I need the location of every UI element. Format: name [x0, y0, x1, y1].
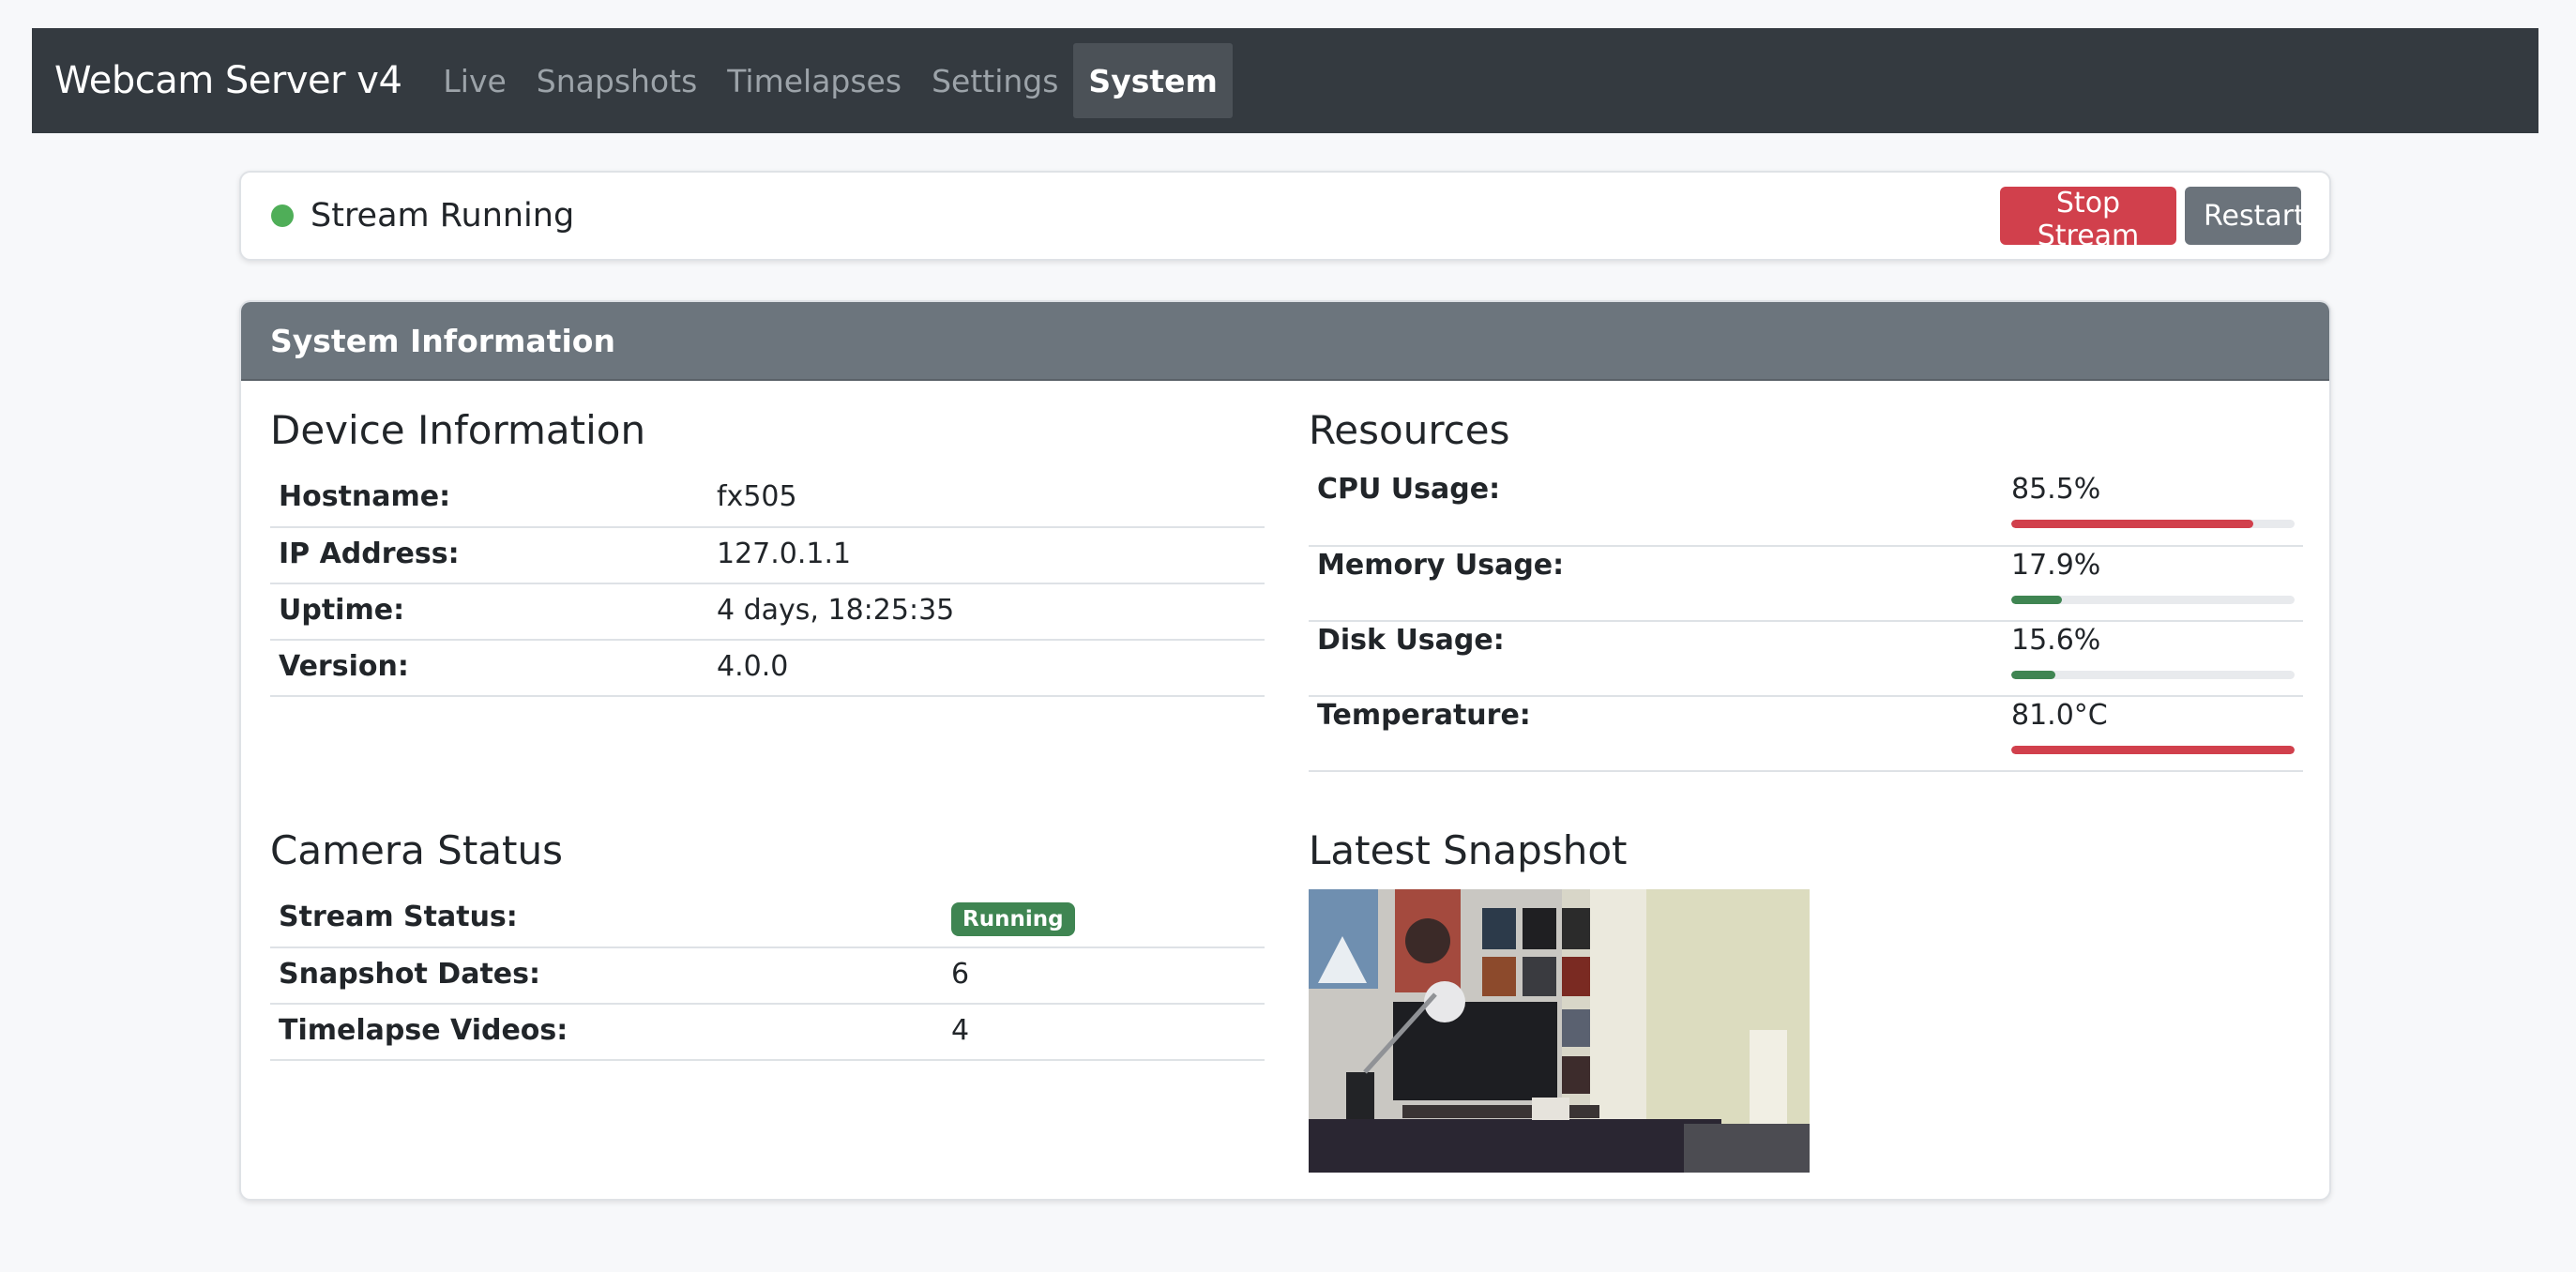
nav-item-live[interactable]: Live	[428, 43, 521, 118]
camera-status-title: Camera Status	[270, 827, 564, 873]
table-row: Uptime: 4 days, 18:25:35	[270, 583, 1265, 641]
table-row: Hostname: fx505	[270, 471, 1265, 528]
brand-title[interactable]: Webcam Server v4	[54, 59, 402, 102]
status-dot-icon	[271, 204, 294, 227]
nav-item-system[interactable]: System	[1073, 43, 1233, 118]
system-information-card: System Information Device Information Ho…	[239, 300, 2331, 1201]
uptime-label: Uptime:	[270, 583, 708, 641]
memory-usage-progress-fill	[2011, 596, 2063, 604]
stream-status-text: Stream Running	[311, 197, 575, 235]
table-row: Stream Status: Running	[270, 891, 1265, 948]
timelapse-videos-label: Timelapse Videos:	[270, 1004, 943, 1061]
version-value: 4.0.0	[708, 640, 1265, 697]
table-row: Snapshot Dates: 6	[270, 947, 1265, 1005]
table-row: Disk Usage: 15.6%	[1309, 621, 2303, 697]
device-information-table: Hostname: fx505 IP Address: 127.0.1.1 Up…	[270, 471, 1265, 697]
table-row: Version: 4.0.0	[270, 640, 1265, 697]
timelapse-videos-value: 4	[943, 1004, 1265, 1061]
cpu-usage-progress-fill	[2011, 520, 2254, 528]
memory-usage-label: Memory Usage:	[1309, 546, 2003, 622]
stream-status-card: Stream Running Stop Stream Restart	[239, 171, 2331, 261]
latest-snapshot-image[interactable]	[1309, 889, 1810, 1173]
temperature-label: Temperature:	[1309, 696, 2003, 772]
camera-status-table: Stream Status: Running Snapshot Dates: 6…	[270, 891, 1265, 1061]
table-row: Temperature: 81.0°C	[1309, 696, 2303, 772]
ip-address-label: IP Address:	[270, 527, 708, 584]
table-row: IP Address: 127.0.1.1	[270, 527, 1265, 584]
disk-usage-label: Disk Usage:	[1309, 621, 2003, 697]
snapshot-dates-label: Snapshot Dates:	[270, 947, 943, 1005]
system-information-header: System Information	[241, 302, 2329, 381]
version-label: Version:	[270, 640, 708, 697]
temperature-progress-bar	[2011, 746, 2295, 754]
disk-usage-value: 15.6%	[2011, 624, 2101, 657]
temperature-progress-fill	[2011, 746, 2295, 754]
cpu-usage-label: CPU Usage:	[1309, 471, 2003, 547]
disk-usage-progress-fill	[2011, 671, 2056, 679]
cpu-usage-value: 85.5%	[2011, 473, 2101, 506]
nav-item-timelapses[interactable]: Timelapses	[712, 43, 917, 118]
memory-usage-value: 17.9%	[2011, 549, 2101, 582]
snapshot-dates-value: 6	[943, 947, 1265, 1005]
snapshot-room-photo	[1309, 889, 1810, 1173]
table-row: Memory Usage: 17.9%	[1309, 546, 2303, 622]
stop-stream-button[interactable]: Stop Stream	[2000, 187, 2176, 252]
hostname-label: Hostname:	[270, 471, 708, 528]
table-row: Timelapse Videos: 4	[270, 1004, 1265, 1061]
stream-status-badge: Running	[951, 902, 1075, 936]
stream-status-label: Stream Status:	[270, 891, 943, 948]
memory-usage-progress-bar	[2011, 596, 2295, 604]
restart-button[interactable]: Restart	[2185, 187, 2305, 245]
device-information-title: Device Information	[270, 407, 646, 453]
hostname-value: fx505	[708, 471, 1265, 528]
cpu-usage-progress-bar	[2011, 520, 2295, 528]
nav-item-settings[interactable]: Settings	[917, 43, 1073, 118]
top-navbar: Webcam Server v4 Live Snapshots Timelaps…	[32, 28, 2538, 133]
resources-title: Resources	[1309, 407, 1510, 453]
temperature-value: 81.0°C	[2011, 699, 2108, 732]
latest-snapshot-title: Latest Snapshot	[1309, 827, 1628, 873]
resources-table: CPU Usage: 85.5% Memory Usage: 17.9% Dis…	[1309, 471, 2303, 772]
nav-item-snapshots[interactable]: Snapshots	[522, 43, 712, 118]
ip-address-value: 127.0.1.1	[708, 527, 1265, 584]
table-row: CPU Usage: 85.5%	[1309, 471, 2303, 547]
disk-usage-progress-bar	[2011, 671, 2295, 679]
uptime-value: 4 days, 18:25:35	[708, 583, 1265, 641]
